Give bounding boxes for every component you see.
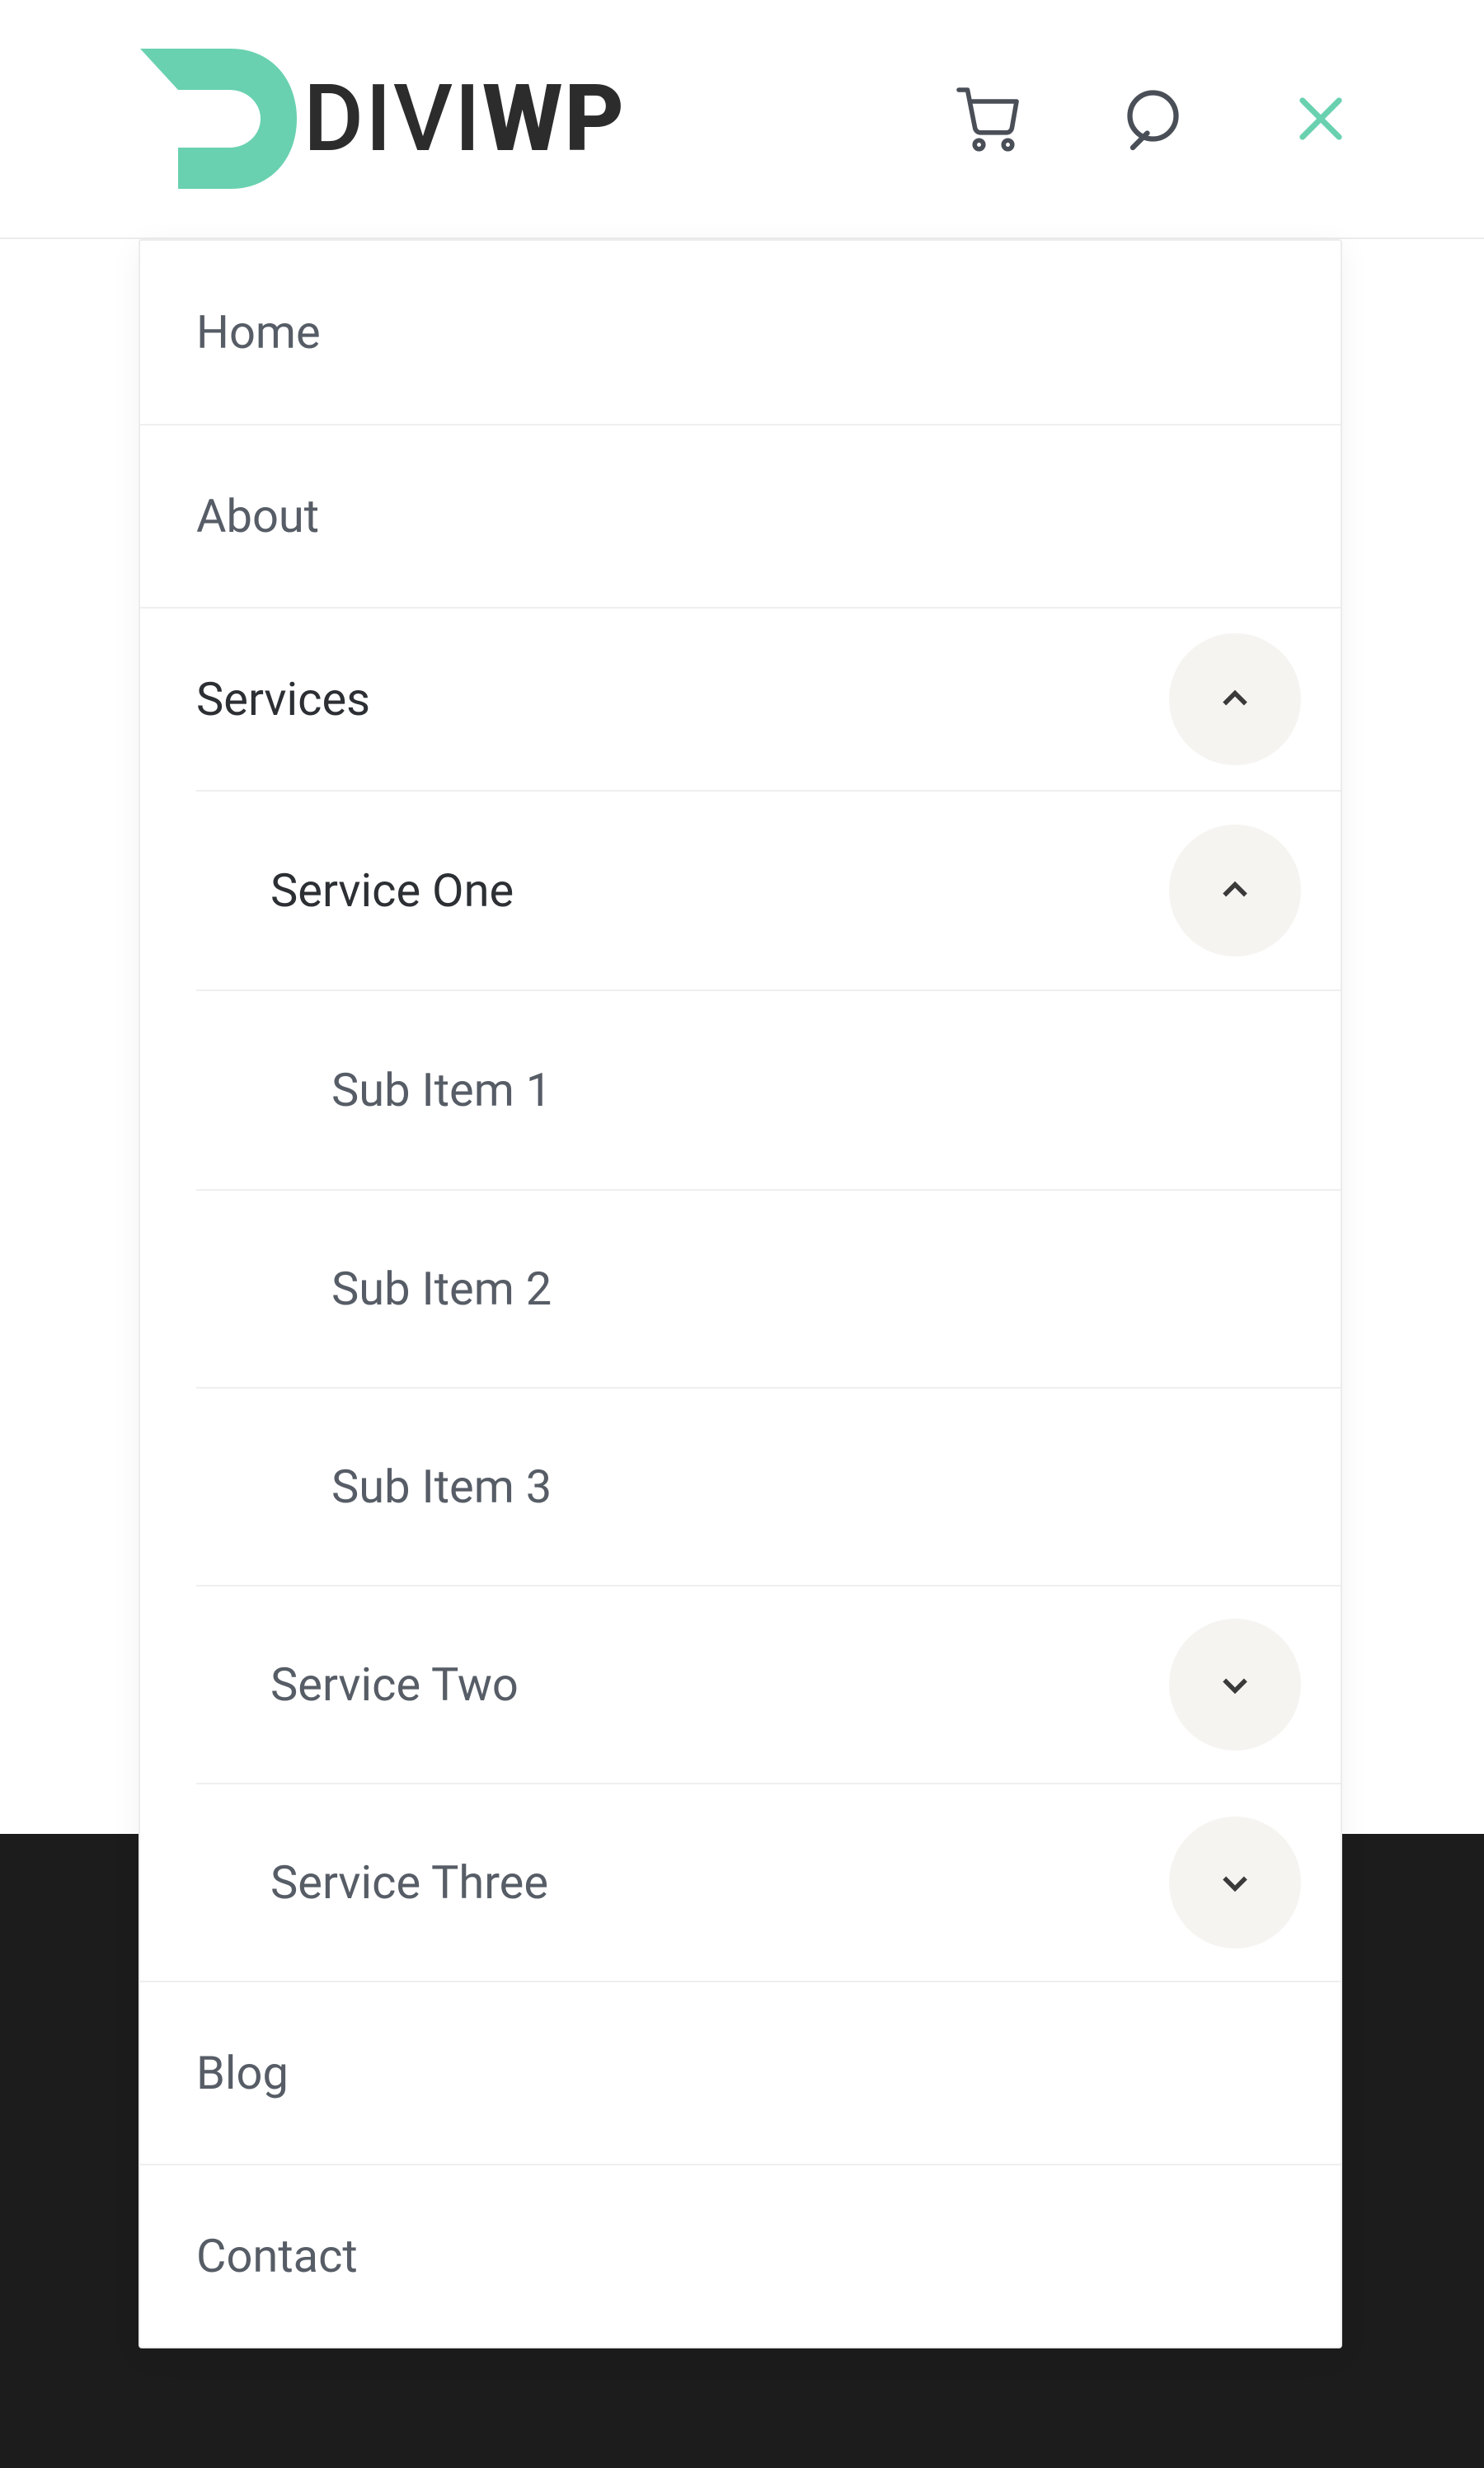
close-icon[interactable] xyxy=(1289,87,1352,150)
nav-item-label: Blog xyxy=(196,2046,1284,2100)
nav-sub-service-one: Sub Item 1 Sub Item 2 Sub Item 3 xyxy=(196,990,1341,1585)
logo-text-divi: DIVI xyxy=(303,65,482,173)
chevron-down-icon xyxy=(1217,1864,1253,1901)
collapse-toggle[interactable] xyxy=(1169,633,1301,765)
chevron-up-icon xyxy=(1217,681,1253,717)
nav-item-service-one[interactable]: Service One xyxy=(196,792,1341,990)
nav-item-label: Sub Item 2 xyxy=(331,1262,1284,1316)
nav-item-label: Home xyxy=(196,305,1284,360)
nav-item-home[interactable]: Home xyxy=(140,241,1341,424)
page: DIVIWP xyxy=(0,0,1484,239)
site-logo[interactable]: DIVIWP xyxy=(132,49,626,189)
nav-item-label: Service One xyxy=(270,863,1169,918)
nav-item-label: Service Two xyxy=(270,1657,1169,1712)
expand-toggle[interactable] xyxy=(1169,1619,1301,1751)
chevron-up-icon xyxy=(1217,872,1253,909)
collapse-toggle[interactable] xyxy=(1169,825,1301,957)
nav-item-sub-3[interactable]: Sub Item 3 xyxy=(196,1387,1341,1585)
header-actions xyxy=(953,84,1352,153)
nav-item-sub-2[interactable]: Sub Item 2 xyxy=(196,1189,1341,1387)
nav-item-label: Sub Item 3 xyxy=(331,1460,1284,1514)
nav-item-service-three[interactable]: Service Three xyxy=(196,1783,1341,1981)
logo-text-wp: WP xyxy=(482,65,626,173)
nav-item-sub-1[interactable]: Sub Item 1 xyxy=(196,991,1341,1189)
nav-item-label: Service Three xyxy=(270,1855,1169,1910)
nav-item-label: Contact xyxy=(196,2229,1284,2283)
logo-mark-icon xyxy=(132,49,297,189)
mobile-menu-panel: Home About Services Service One Sub Item… xyxy=(139,239,1342,2348)
nav-item-label: Services xyxy=(196,672,1169,726)
nav-item-label: About xyxy=(196,489,1284,543)
search-icon[interactable] xyxy=(1121,84,1190,153)
nav-item-service-two[interactable]: Service Two xyxy=(196,1585,1341,1783)
nav-item-label: Sub Item 1 xyxy=(331,1063,1284,1117)
nav-item-blog[interactable]: Blog xyxy=(140,1981,1341,2164)
nav-item-about[interactable]: About xyxy=(140,424,1341,607)
site-header: DIVIWP xyxy=(0,0,1484,239)
expand-toggle[interactable] xyxy=(1169,1817,1301,1949)
chevron-down-icon xyxy=(1217,1666,1253,1703)
nav-sub-services: Service One Sub Item 1 Sub Item 2 Sub It… xyxy=(196,790,1341,1981)
logo-text: DIVIWP xyxy=(303,65,626,173)
nav-item-contact[interactable]: Contact xyxy=(140,2164,1341,2347)
cart-icon[interactable] xyxy=(953,84,1022,153)
nav-item-services[interactable]: Services xyxy=(140,607,1341,790)
